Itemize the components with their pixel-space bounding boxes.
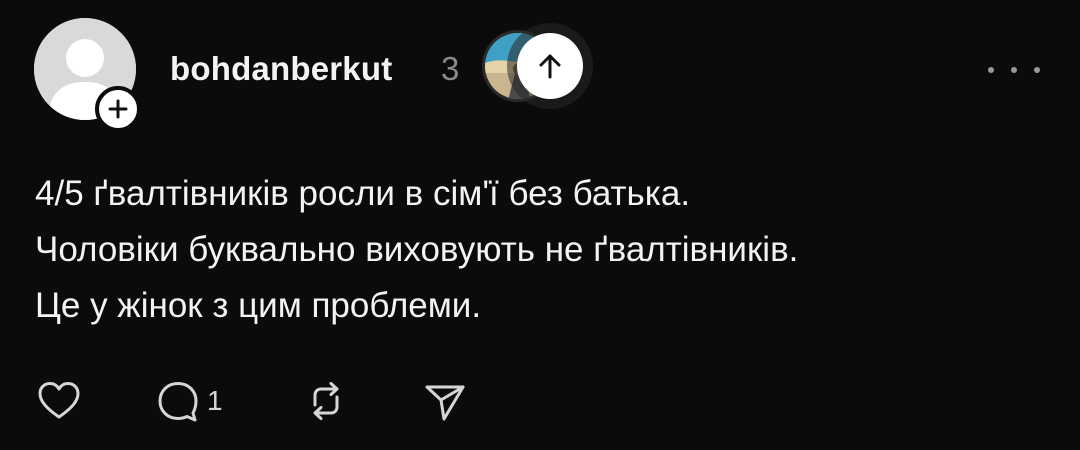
reply-button[interactable]: 1 [155, 378, 223, 424]
scroll-to-top-button[interactable] [517, 33, 583, 99]
thread-post: bohdanberkut 3 4/5 ґвалтівників росли в … [0, 0, 1080, 450]
more-options-button[interactable] [988, 60, 1040, 80]
plus-icon [108, 99, 128, 119]
post-text-line: Це у жінок з цим проблеми. [35, 286, 482, 325]
reply-count: 1 [207, 385, 223, 416]
post-text-line: 4/5 ґвалтівників росли в сім'ї без батьк… [35, 174, 691, 213]
share-button[interactable] [422, 378, 468, 424]
post-text-line: Чоловіки буквально виховують не ґвалтівн… [35, 230, 799, 269]
follow-button[interactable] [95, 86, 141, 132]
more-dots-icon [988, 67, 994, 73]
repost-icon [313, 382, 339, 420]
post-text: 4/5 ґвалтівників росли в сім'ї без батьк… [35, 166, 1045, 334]
send-icon [425, 385, 465, 421]
arrow-up-icon [539, 54, 561, 79]
more-dots-icon [1034, 67, 1040, 73]
heart-icon [38, 382, 80, 419]
post-timestamp: 3 [441, 50, 460, 87]
more-dots-icon [1011, 67, 1017, 73]
author-username[interactable]: bohdanberkut [170, 50, 392, 88]
like-button[interactable] [36, 378, 82, 424]
comment-icon [158, 382, 198, 422]
repost-button[interactable] [303, 378, 349, 424]
